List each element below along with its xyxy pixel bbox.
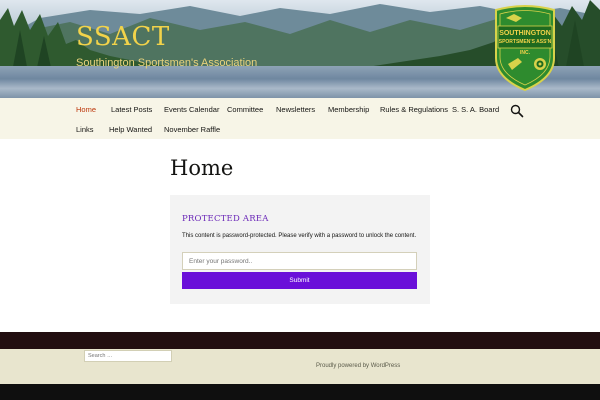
powered-by-link[interactable]: Proudly powered by WordPress — [316, 363, 400, 369]
nav-item-november-raffle[interactable]: November Raffle — [164, 125, 220, 134]
submit-button[interactable]: Submit — [182, 272, 417, 289]
protected-area-heading: PROTECTED AREA — [182, 214, 269, 224]
nav-item-help-wanted[interactable]: Help Wanted — [109, 125, 152, 134]
nav-item-events-calendar[interactable]: Events Calendar — [164, 105, 219, 114]
site-title[interactable]: SSACT — [76, 22, 170, 52]
nav-item-latest-posts[interactable]: Latest Posts — [111, 105, 152, 114]
nav-item-links[interactable]: Links — [76, 125, 94, 134]
svg-text:SOUTHINGTON: SOUTHINGTON — [499, 30, 551, 37]
svg-text:INC.: INC. — [520, 50, 531, 56]
nav-item-home[interactable]: Home — [76, 105, 96, 114]
protected-area-message: This content is password-protected. Plea… — [182, 233, 417, 239]
club-logo-badge: SOUTHINGTON SPORTSMEN'S ASS'N INC. — [495, 5, 555, 92]
search-icon[interactable] — [510, 104, 524, 118]
site-header: SSACT Southington Sportsmen's Associatio… — [0, 0, 600, 98]
svg-text:SPORTSMEN'S ASS'N: SPORTSMEN'S ASS'N — [499, 39, 552, 45]
page-title: Home — [170, 156, 234, 180]
nav-item-committee[interactable]: Committee — [227, 105, 263, 114]
footer-bottom-bar — [0, 384, 600, 400]
nav-item-membership[interactable]: Membership — [328, 105, 369, 114]
site-description: Southington Sportsmen's Association — [76, 57, 258, 69]
password-field[interactable] — [182, 252, 417, 270]
footer-search-input[interactable] — [84, 350, 172, 362]
nav-item-ssa-board[interactable]: S. S. A. Board — [452, 105, 499, 114]
nav-item-newsletters[interactable]: Newsletters — [276, 105, 315, 114]
nav-item-rules-regulations[interactable]: Rules & Regulations — [380, 105, 448, 114]
footer-widget-area — [0, 332, 600, 349]
